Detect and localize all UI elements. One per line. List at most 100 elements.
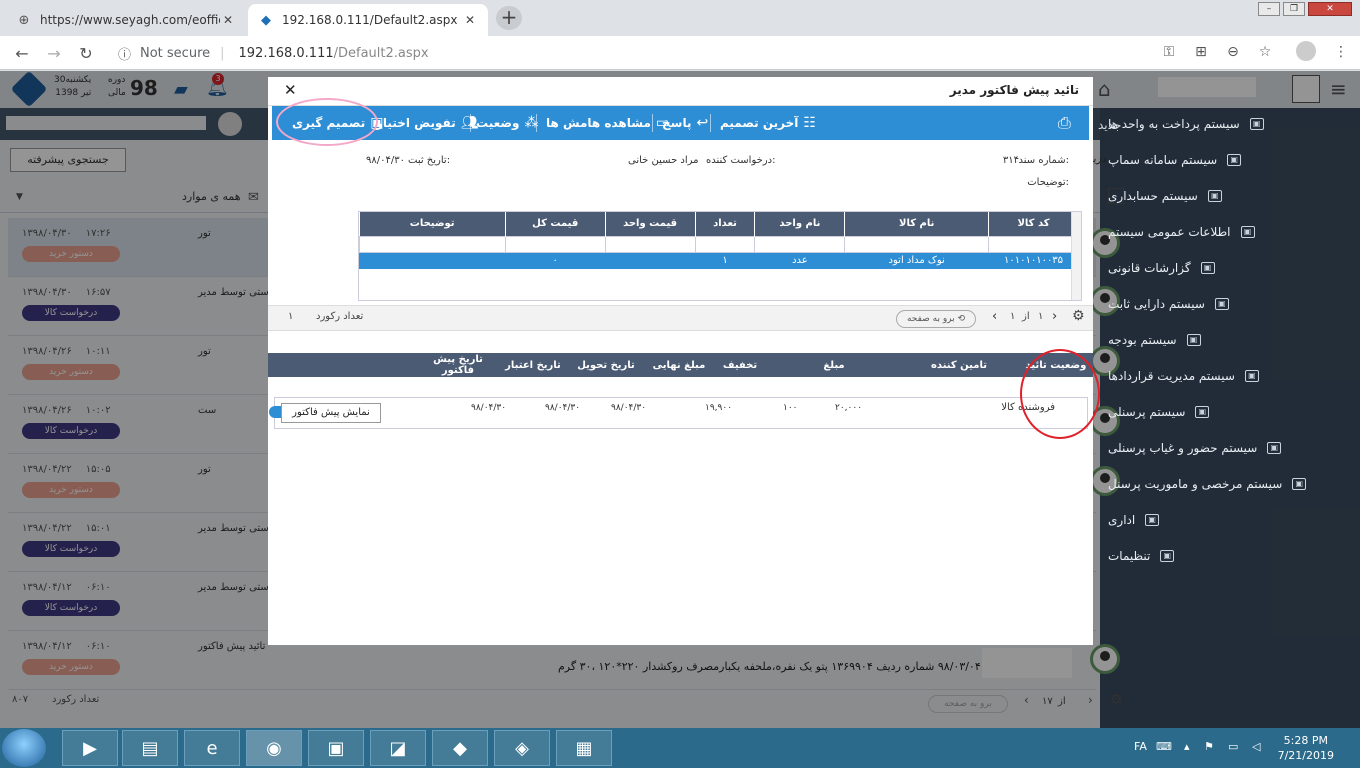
column-header[interactable]: کد کالا [988, 212, 1079, 236]
column-header[interactable]: قیمت واحد [605, 212, 696, 236]
pink-highlight-annotation [276, 98, 378, 146]
reg-date-label: تاریخ ثبت: [408, 155, 451, 166]
items-record-count: ۱ [288, 311, 294, 322]
column-header[interactable]: نام واحد [754, 212, 846, 236]
reload-icon[interactable]: ↻ [76, 44, 96, 63]
menu-icon: ▣ [1249, 118, 1264, 130]
close-icon[interactable]: ✕ [462, 13, 478, 27]
show-invoice-button[interactable]: نمایش پیش فاکتور [281, 403, 381, 423]
sidebar-item[interactable]: ▣ سیستم پرسنلی [1108, 394, 1348, 430]
reg-date: ۹۸/۰۴/۳۰ [366, 155, 405, 166]
sidebar-item-label: سیستم سامانه سماپ [1108, 153, 1218, 167]
column-header[interactable]: قیمت کل [505, 212, 606, 236]
clock[interactable]: 5:28 PM 7/21/2019 [1278, 733, 1334, 763]
supplier-row: فروشنده کالا ۲۰,۰۰۰ ۱۰۰ ۱۹,۹۰۰ ۹۸/۰۴/۳۰ … [269, 397, 1088, 429]
column-header[interactable] [268, 353, 415, 377]
minimize-button[interactable]: – [1258, 2, 1280, 16]
url-text: 192.168.0.111/Default2.aspx [239, 46, 429, 61]
browser-tab-seyagh[interactable]: ⊕ https://www.seyagh.com/eoffice/ ✕ [6, 4, 246, 36]
window-close-button[interactable]: ✕ [1308, 2, 1352, 16]
comment-icon: ▭ [655, 115, 670, 131]
column-header[interactable]: تاریخ پیش فاکتور [415, 353, 501, 377]
delegate-button[interactable]: 👥︎ تفویض اختیار [376, 106, 478, 140]
scrollbar[interactable] [1071, 212, 1081, 300]
sidebar-item[interactable]: ▣ سیستم بودجه [1108, 322, 1348, 358]
sidebar-item[interactable]: ▣ سیستم پرداخت به واحد ها [1108, 106, 1348, 142]
column-header[interactable]: توضیحات [359, 212, 506, 236]
column-header[interactable]: تاریخ اعتبار [501, 353, 565, 377]
column-header[interactable]: تعداد [695, 212, 756, 236]
settings-gear-icon[interactable]: ⚙ [1072, 308, 1085, 324]
sticky-notes-icon[interactable]: ◪ [370, 730, 426, 766]
table-row[interactable]: ۱۰۱۰۱۰۱۰۰۳۵ نوک مداد اتود عدد ۱ ۰ [359, 251, 1079, 269]
prev-page-icon[interactable]: ‹ [992, 309, 997, 324]
sidebar-item[interactable]: ▣ سیستم دارایی ثابت [1108, 286, 1348, 322]
profile-avatar[interactable] [1296, 41, 1316, 61]
sidebar-item[interactable]: ▣ سیستم مدیریت قراردادها [1108, 358, 1348, 394]
chrome-icon[interactable]: ◉ [246, 730, 302, 766]
lang-indicator[interactable]: FA [1134, 740, 1147, 753]
sidebar-item[interactable]: ▣ سیستم حضور و غیاب پرسنلی [1108, 430, 1348, 466]
view-notes-button[interactable]: ▭ مشاهده هامش ها [546, 106, 669, 140]
column-header[interactable]: تاریخ تحویل [565, 353, 647, 377]
menu-dots-icon[interactable]: ⋮ [1332, 44, 1350, 60]
app-shortcut-icon[interactable]: ◆ [432, 730, 488, 766]
ie-icon[interactable]: e [184, 730, 240, 766]
sidebar-item[interactable]: ▣ گزارشات قانونی [1108, 250, 1348, 286]
network-app-icon[interactable]: ▣ [308, 730, 364, 766]
column-header[interactable]: تخفیف [711, 353, 769, 377]
url-omnibox[interactable]: ⓘ Not secure | 192.168.0.111/Default2.as… [110, 40, 1290, 66]
zoom-icon[interactable]: ⊖ [1224, 44, 1242, 60]
close-icon[interactable]: ✕ [284, 81, 297, 99]
table-cell: ۱ [694, 251, 756, 269]
table-cell: نوک مداد اتود [844, 251, 990, 269]
status-button[interactable]: ⁂ وضعیت [476, 106, 538, 140]
column-header[interactable]: مبلغ [769, 353, 899, 377]
window-app-icon[interactable]: ▦ [556, 730, 612, 766]
keyboard-icon[interactable]: ⌨ [1156, 740, 1172, 753]
sidebar-item[interactable]: ▣ تنظیمات [1108, 538, 1348, 574]
column-header[interactable]: مبلغ نهایی [647, 353, 711, 377]
sidebar-item[interactable]: ▣ سیستم سامانه سماپ [1108, 142, 1348, 178]
new-tab-button[interactable]: + [496, 6, 522, 30]
anydesk-icon[interactable]: ◈ [494, 730, 550, 766]
items-page-current: ۱ [1038, 311, 1044, 322]
star-icon[interactable]: ☆ [1256, 44, 1274, 60]
menu-icon: ▣ [1214, 298, 1229, 310]
info-icon[interactable]: ⓘ [118, 44, 131, 63]
delivery-date: ۹۸/۰۴/۳۰ [611, 403, 647, 413]
print-icon[interactable]: ⎙ [1058, 113, 1071, 133]
key-icon[interactable]: ⚿ [1160, 44, 1178, 60]
table-cell: ۱۰۱۰۱۰۱۰۰۳۵ [988, 251, 1079, 269]
browser-tab-active[interactable]: ◆ 192.168.0.111/Default2.aspx ✕ [248, 4, 488, 36]
sidebar-item[interactable]: ▣ سیستم مرخصی و ماموریت پرسنل [1108, 466, 1348, 502]
sidebar-item[interactable]: ▣ اطلاعات عمومی سیستم [1108, 214, 1348, 250]
checklist-icon: ☷ [803, 115, 816, 131]
flag-icon[interactable]: ⚑ [1204, 740, 1214, 753]
next-page-icon[interactable]: › [1052, 309, 1057, 324]
translate-icon[interactable]: ⊞ [1192, 44, 1210, 60]
close-icon[interactable]: ✕ [220, 13, 236, 27]
tray-arrow-icon[interactable]: ▴ [1184, 740, 1190, 753]
back-arrow-icon[interactable]: ← [12, 44, 32, 63]
sidebar-item[interactable]: ▣ سیستم حسابداری [1108, 178, 1348, 214]
network-icon[interactable]: ▭ [1228, 740, 1238, 753]
volume-icon[interactable]: ◁ [1252, 740, 1260, 753]
last-decision-button[interactable]: ☷ آخرین تصمیم [720, 106, 816, 140]
url-path: /Default2.aspx [333, 45, 429, 61]
sidebar-item-label: سیستم حسابداری [1108, 189, 1198, 203]
validity-date: ۹۸/۰۴/۳۰ [545, 403, 581, 413]
restore-button[interactable]: ❐ [1283, 2, 1305, 16]
column-header[interactable]: تامین کننده [899, 353, 1019, 377]
media-player-icon[interactable]: ▶ [62, 730, 118, 766]
column-header[interactable]: نام کالا [844, 212, 990, 236]
clock-date: 7/21/2019 [1277, 749, 1334, 762]
items-goto-page[interactable]: برو به صفحه ⟲ [896, 310, 976, 328]
sidebar-item-label: سیستم مرخصی و ماموریت پرسنل [1108, 477, 1283, 491]
file-explorer-icon[interactable]: ▤ [122, 730, 178, 766]
sidebar-item[interactable]: ▣ اداری [1108, 502, 1348, 538]
items-page-total: ۱ [1010, 311, 1016, 322]
start-button[interactable] [2, 729, 46, 767]
menu-icon: ▣ [1292, 478, 1307, 490]
forward-arrow-icon[interactable]: → [44, 44, 64, 63]
